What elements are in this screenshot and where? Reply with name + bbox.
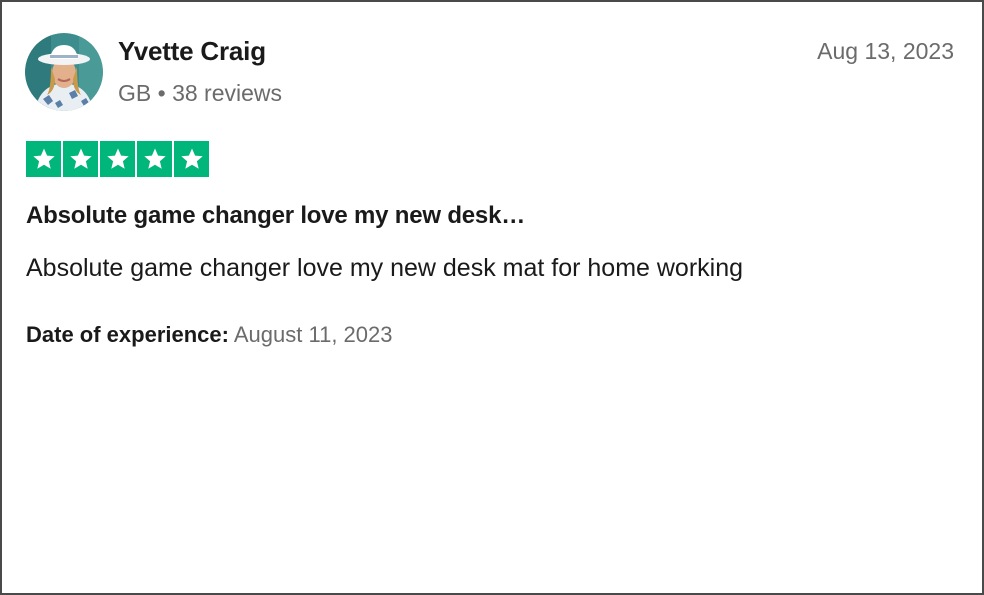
experience-date: August 11, 2023 <box>233 322 393 347</box>
review-title[interactable]: Absolute game changer love my new desk… <box>26 202 525 230</box>
star-5 <box>174 141 209 177</box>
meta-separator: • <box>157 80 166 106</box>
review-card: Yvette Craig GB • 38 reviews Aug 13, 202… <box>0 0 984 595</box>
star-icon <box>180 148 203 169</box>
star-icon <box>106 148 129 169</box>
reviewer-name[interactable]: Yvette Craig <box>118 36 266 67</box>
star-icon <box>32 148 55 169</box>
review-body: Absolute game changer love my new desk m… <box>26 254 744 282</box>
avatar[interactable] <box>25 33 103 111</box>
star-1 <box>26 141 61 177</box>
experience-label: Date of experience: <box>26 322 229 347</box>
star-4 <box>137 141 172 177</box>
avatar-photo-icon <box>25 33 103 111</box>
star-2 <box>63 141 98 177</box>
reviewer-review-count: 38 reviews <box>172 80 283 106</box>
star-rating <box>26 141 209 177</box>
date-of-experience: Date of experience: August 11, 2023 <box>26 322 392 348</box>
star-3 <box>100 141 135 177</box>
review-posted-date: Aug 13, 2023 <box>817 38 954 64</box>
star-icon <box>143 148 166 169</box>
reviewer-country: GB <box>118 80 152 106</box>
star-icon <box>69 148 92 169</box>
reviewer-meta: GB • 38 reviews <box>118 80 282 107</box>
